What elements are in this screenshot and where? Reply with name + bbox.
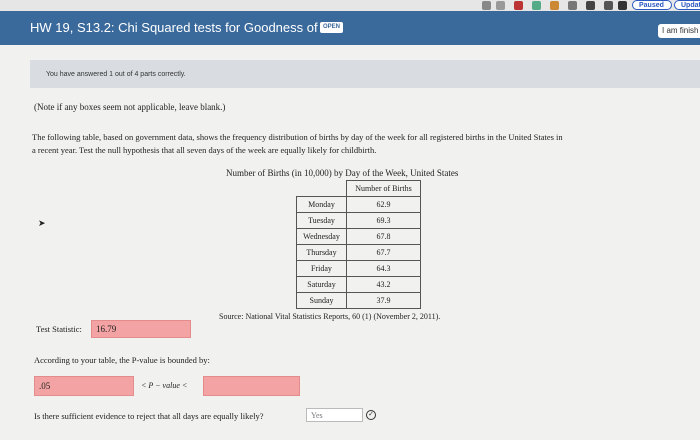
star-icon[interactable] [496,1,505,10]
pvalue-bound-prompt: According to your table, the P-value is … [34,355,210,365]
table-row: Thursday 67.7 [296,244,421,261]
assignment-title: HW 19, S13.2: Chi Squared tests for Good… [30,20,336,35]
reject-select[interactable]: Yes [306,408,363,422]
table-day: Friday [296,260,347,277]
table-day: Saturday [296,276,347,293]
table-row: Friday 64.3 [296,260,421,277]
table-title: Number of Births (in 10,000) by Day of t… [226,168,459,178]
note-text: (Note if any boxes seem not applicable, … [34,102,226,112]
browser-toolbar: Paused Updat [0,0,700,11]
pvalue-lower-input[interactable]: .05 [34,376,134,396]
mouse-cursor-icon: ➤ [38,218,46,228]
check-icon: ✓ [366,410,376,420]
extension-icon[interactable] [514,1,523,10]
pvalue-upper-input[interactable] [203,376,300,396]
table-day: Monday [296,196,347,213]
source-citation: Source: National Vital Statistics Report… [219,312,441,321]
update-button[interactable]: Updat [674,0,700,10]
test-statistic-label: Test Statistic: [36,324,82,334]
puzzle-icon[interactable] [604,1,613,10]
question-paragraph-line2: a recent year. Test the null hypothesis … [32,145,377,155]
extension-icon[interactable] [568,1,577,10]
table-value: 67.7 [346,244,421,261]
open-badge: OPEN [320,22,344,33]
table-row: Tuesday 69.3 [296,212,421,229]
table-corner [297,181,347,197]
table-day: Wednesday [296,228,347,245]
table-row: Monday 62.9 [296,196,421,213]
table-value: 37.9 [346,292,421,309]
extension-icon[interactable] [586,1,595,10]
finish-button[interactable]: I am finish [658,24,700,38]
table-value: 43.2 [346,276,421,293]
table-value: 67.8 [346,228,421,245]
table-row: Sunday 37.9 [296,292,421,309]
table-row: Saturday 43.2 [296,276,421,293]
table-value: 69.3 [346,212,421,229]
extension-icon[interactable] [482,1,491,10]
question-paragraph-line1: The following table, based on government… [32,132,563,142]
extension-icon[interactable] [550,1,559,10]
pvalue-inequality-label: < P − value < [141,381,188,390]
table-header: Number of Births [346,180,421,197]
table-value: 64.3 [346,260,421,277]
test-statistic-input[interactable]: 16.79 [91,320,191,338]
paused-button[interactable]: Paused [632,0,672,10]
reject-question: Is there sufficient evidence to reject t… [34,411,264,421]
table-row: Wednesday 67.8 [296,228,421,245]
table-value: 62.9 [346,196,421,213]
sidebar-icon[interactable] [618,1,627,10]
births-table: Number of Births Monday 62.9 Tuesday 69.… [296,180,421,309]
table-day: Thursday [296,244,347,261]
table-day: Tuesday [296,212,347,229]
table-day: Sunday [296,292,347,309]
extension-icon[interactable] [532,1,541,10]
progress-text: You have answered 1 out of 4 parts corre… [46,71,186,78]
